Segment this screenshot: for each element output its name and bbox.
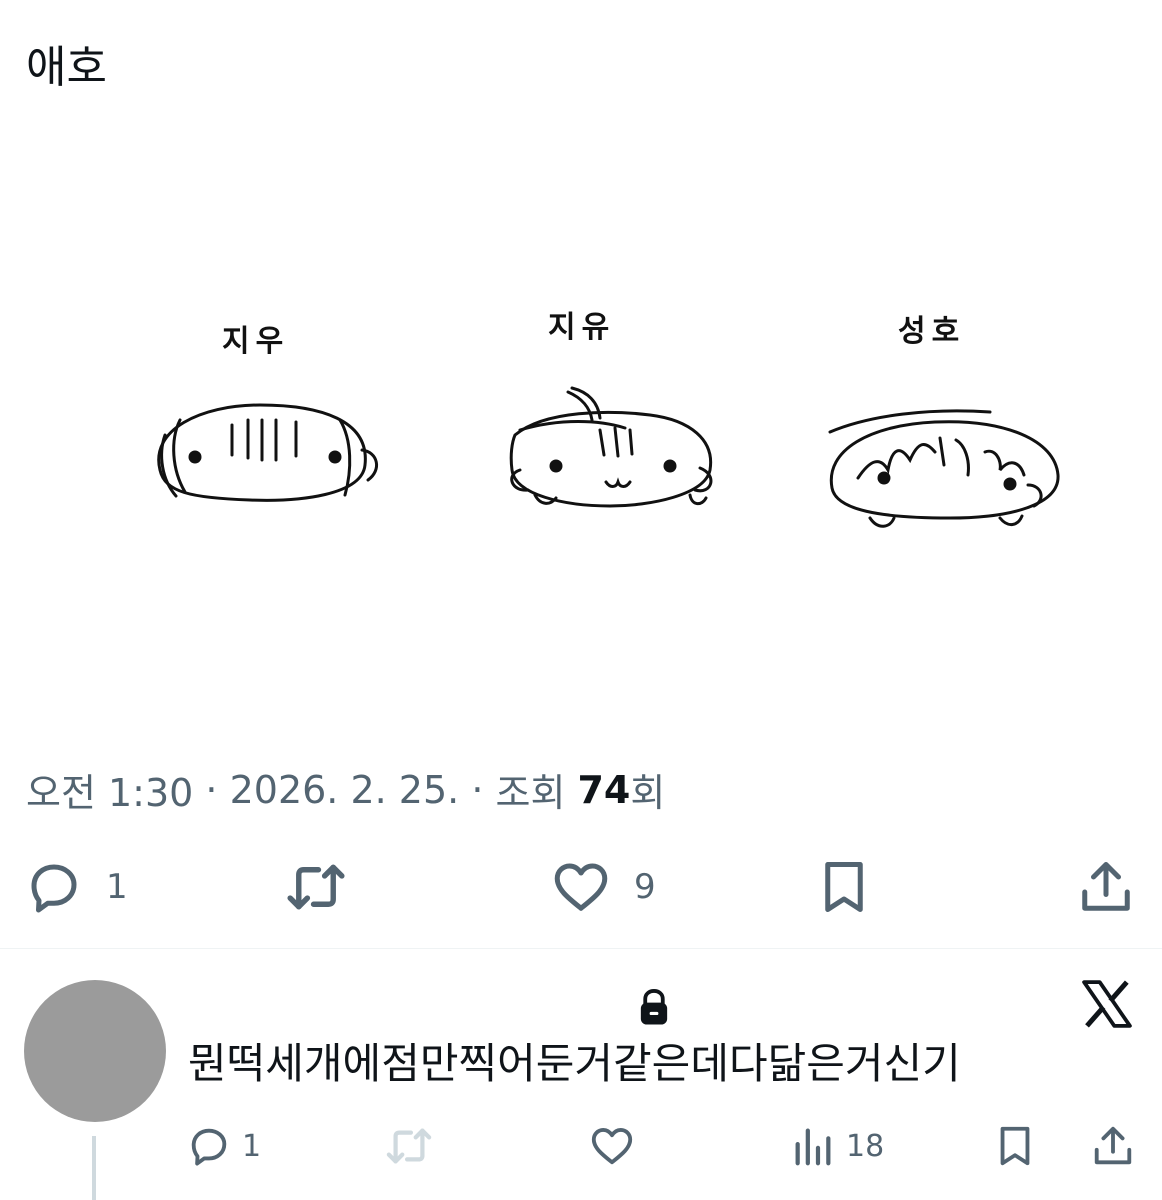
reply-icon: [31, 864, 77, 913]
face-jiyu: [509, 386, 713, 508]
share-button[interactable]: [1076, 855, 1136, 919]
retweet-icon: [287, 864, 345, 910]
doodle-faces: [157, 386, 1060, 528]
like-count: 9: [634, 867, 656, 907]
reply-count: 1: [106, 867, 128, 907]
reply-reply-button[interactable]: 1: [186, 1118, 261, 1174]
bookmark-icon: [1000, 1126, 1030, 1166]
reply-icon: [191, 1128, 227, 1166]
reply-retweet-button: [384, 1118, 434, 1174]
heart-icon: [591, 1127, 633, 1165]
meta-separator: ·: [193, 767, 230, 812]
reply-like-button[interactable]: [588, 1118, 636, 1174]
face-seongho: [828, 409, 1060, 528]
retweet-icon: [386, 1128, 432, 1164]
reply-bookmark-button[interactable]: [992, 1118, 1038, 1174]
divider: [0, 948, 1162, 949]
post-image[interactable]: 지우 지유 성호: [0, 270, 1162, 570]
views-suffix: 회: [630, 771, 666, 815]
post-time[interactable]: 오전 1:30: [26, 762, 193, 817]
analytics-icon: [795, 1128, 831, 1166]
views-count: 74: [577, 767, 631, 812]
post-actions: 1 9: [0, 855, 1162, 919]
reply-views-count: 18: [846, 1128, 885, 1164]
meta-separator: ·: [459, 767, 496, 812]
post-text: 애호: [26, 42, 107, 93]
reply-views-button[interactable]: 18: [790, 1118, 884, 1174]
post-date[interactable]: 2026. 2. 25.: [230, 768, 460, 812]
post-meta: 오전 1:30 · 2026. 2. 25. · 조회 74 회: [26, 762, 665, 817]
reply-reply-count: 1: [242, 1128, 262, 1164]
face-jiwoo: [157, 403, 378, 502]
x-logo-icon[interactable]: [1082, 980, 1132, 1032]
reply-button[interactable]: 1: [24, 855, 128, 919]
reply-actions: 1 18: [0, 1118, 1162, 1174]
reply-share-button[interactable]: [1090, 1118, 1136, 1174]
share-icon: [1094, 1126, 1132, 1165]
lock-icon: [636, 988, 672, 1030]
bookmark-icon: [825, 862, 863, 912]
like-button[interactable]: 9: [550, 855, 656, 919]
share-icon: [1082, 862, 1130, 911]
heart-icon: [554, 863, 608, 911]
avatar[interactable]: [24, 980, 166, 1122]
reply-text: 뭔떡세개에점만찍어둔거같은데다닮은거신기: [188, 1039, 961, 1088]
bookmark-button[interactable]: [814, 855, 874, 919]
views-prefix: 조회: [495, 771, 578, 815]
retweet-button[interactable]: [284, 855, 348, 919]
